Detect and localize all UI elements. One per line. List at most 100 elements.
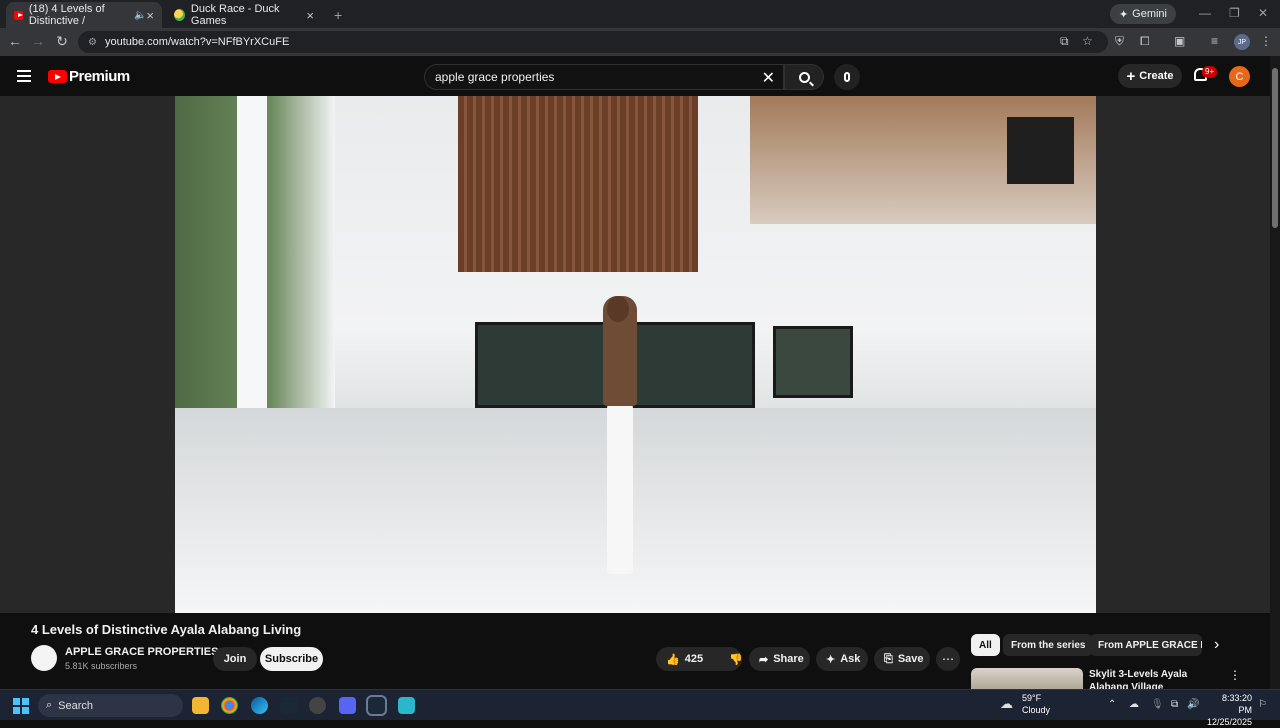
- recommendation-thumbnail[interactable]: [971, 668, 1083, 689]
- youtube-favicon-icon: [14, 10, 23, 20]
- forward-icon[interactable]: →: [29, 33, 47, 49]
- ask-button[interactable]: ✦ Ask: [816, 647, 868, 671]
- taskbar-search[interactable]: ⌕ Search: [38, 694, 183, 717]
- scrollbar-thumb[interactable]: [1272, 68, 1278, 228]
- system-clock[interactable]: 8:33:20 PM 12/25/2025: [1206, 692, 1252, 728]
- new-tab-button[interactable]: +: [326, 2, 346, 28]
- close-window-icon[interactable]: ✕: [1258, 6, 1268, 20]
- split-view-icon[interactable]: ▣: [1174, 34, 1185, 48]
- file-explorer-icon[interactable]: [192, 697, 209, 714]
- close-tab-icon[interactable]: ×: [146, 8, 154, 23]
- chip-from-channel[interactable]: From APPLE GRACE PRO: [1090, 634, 1202, 656]
- recommendation-title[interactable]: Skylit 3-Levels Ayala Alabang Village: [1089, 668, 1219, 689]
- close-tab-icon[interactable]: ×: [306, 8, 314, 23]
- show-hidden-icons-icon[interactable]: ⌃: [1108, 699, 1116, 710]
- save-button[interactable]: ⎘ Save: [874, 647, 930, 671]
- app-icon[interactable]: [309, 697, 326, 714]
- video-player-area[interactable]: [0, 96, 1270, 613]
- shield-extension-icon[interactable]: ⛨: [1115, 34, 1124, 49]
- video-marble-floor: [175, 408, 1096, 613]
- tab-duck-race[interactable]: Duck Race - Duck Games ×: [166, 2, 322, 28]
- volume-icon[interactable]: 🔊: [1187, 699, 1199, 710]
- more-actions-icon[interactable]: ⋯: [936, 647, 960, 671]
- microphone-icon: [844, 72, 850, 82]
- search-value: apple grace properties: [435, 70, 555, 84]
- windows-start-icon[interactable]: [13, 698, 29, 714]
- speaker-icon[interactable]: 🔈: [134, 10, 146, 21]
- minimize-icon[interactable]: —: [1199, 6, 1211, 20]
- sparkle-icon: ✦: [826, 653, 836, 666]
- browser-menu-icon[interactable]: ⋮: [1260, 34, 1272, 48]
- microphone-tray-icon[interactable]: 🎙: [1151, 699, 1164, 710]
- bookmark-icon: ⎘: [884, 652, 893, 665]
- edge-icon[interactable]: [251, 697, 268, 714]
- subscriber-count: 5.81K subscribers: [65, 661, 138, 671]
- user-avatar[interactable]: C: [1229, 66, 1250, 87]
- tab-label: Duck Race - Duck Games: [190, 3, 280, 27]
- weather-desc: Cloudy: [1022, 705, 1051, 715]
- cloud-weather-icon[interactable]: ☁: [1000, 696, 1013, 712]
- search-input[interactable]: apple grace properties ✕: [424, 64, 784, 90]
- recommendation-menu-icon[interactable]: ⋮: [1229, 668, 1241, 682]
- save-label: Save: [897, 653, 924, 665]
- clock-date: 12/25/2025: [1206, 717, 1252, 727]
- extensions-icon[interactable]: ⧠: [1140, 34, 1150, 49]
- share-label: Share: [773, 653, 804, 665]
- video-title: 4 Levels of Distinctive Ayala Alabang Li…: [31, 622, 302, 637]
- share-icon: ➦: [759, 653, 769, 666]
- youtube-logo-icon[interactable]: [48, 70, 67, 83]
- video-person-legs: [607, 404, 633, 574]
- page-scrollbar[interactable]: [1270, 56, 1280, 689]
- gemini-label: Gemini: [1132, 8, 1167, 20]
- share-button[interactable]: ➦ Share: [749, 647, 810, 671]
- chip-from-series[interactable]: From the series: [1003, 634, 1094, 656]
- tab-label: (18) 4 Levels of Distinctive /: [28, 3, 105, 27]
- menu-icon[interactable]: [17, 70, 31, 82]
- join-button[interactable]: Join: [213, 647, 257, 671]
- reload-icon[interactable]: ↻: [53, 33, 71, 50]
- install-app-icon[interactable]: ⧉: [1060, 34, 1069, 49]
- weather-temp: 59°F: [1022, 693, 1042, 703]
- clock-time: 8:33:20 PM: [1221, 693, 1252, 715]
- voice-search-button[interactable]: [834, 64, 860, 90]
- channel-avatar[interactable]: [31, 645, 57, 671]
- clear-search-icon[interactable]: ✕: [762, 68, 775, 88]
- create-button[interactable]: + Create: [1118, 64, 1182, 88]
- profile-avatar[interactable]: JP: [1234, 34, 1250, 50]
- search-button[interactable]: [784, 64, 824, 90]
- browser-toolbar: ← → ↻ ⚙ youtube.com/watch?v=NFfBYrXCuFE …: [0, 28, 1280, 56]
- back-icon[interactable]: ←: [6, 33, 24, 49]
- notepad-icon[interactable]: [398, 697, 415, 714]
- chevron-right-icon[interactable]: ›: [1214, 636, 1219, 654]
- maximize-icon[interactable]: ❐: [1229, 6, 1240, 20]
- like-count[interactable]: 425: [685, 653, 703, 665]
- site-info-icon[interactable]: ⚙: [88, 37, 97, 48]
- tab-youtube[interactable]: (18) 4 Levels of Distinctive / 🔈 ×: [6, 2, 162, 28]
- address-bar[interactable]: ⚙ youtube.com/watch?v=NFfBYrXCuFE: [78, 31, 1108, 53]
- dislike-icon[interactable]: 👎: [729, 653, 743, 666]
- chrome-icon[interactable]: [221, 697, 238, 714]
- notification-center-icon[interactable]: ⚐: [1258, 699, 1267, 710]
- bookmark-star-icon[interactable]: ☆: [1082, 34, 1093, 48]
- chip-all[interactable]: All: [971, 634, 1000, 656]
- sparkle-icon: ✦: [1118, 8, 1129, 21]
- network-tray-icon[interactable]: ☁: [1129, 699, 1139, 710]
- like-icon[interactable]: 👍: [666, 653, 680, 666]
- plus-icon: +: [1126, 67, 1136, 85]
- premium-logo-text[interactable]: Premium: [69, 68, 130, 85]
- video-frame[interactable]: [175, 96, 1096, 613]
- video-person-head: [607, 296, 629, 322]
- discord-icon[interactable]: [339, 697, 356, 714]
- browser-tab-strip: (18) 4 Levels of Distinctive / 🔈 × Duck …: [0, 0, 1280, 28]
- taskbar-search-label: Search: [58, 699, 94, 712]
- steam-active-icon[interactable]: [366, 695, 387, 716]
- subscribe-button[interactable]: Subscribe: [260, 647, 323, 671]
- ask-label: Ask: [840, 653, 861, 665]
- gemini-button[interactable]: ✦ Gemini: [1109, 4, 1176, 24]
- wifi-icon[interactable]: ⧉: [1171, 699, 1178, 710]
- weather-widget[interactable]: 59°F Cloudy: [1022, 692, 1050, 716]
- reading-list-icon[interactable]: ≡: [1211, 34, 1218, 48]
- channel-name[interactable]: APPLE GRACE PROPERTIES: [65, 646, 218, 658]
- steam-icon[interactable]: [280, 697, 297, 714]
- notification-badge: 9+: [1202, 66, 1218, 78]
